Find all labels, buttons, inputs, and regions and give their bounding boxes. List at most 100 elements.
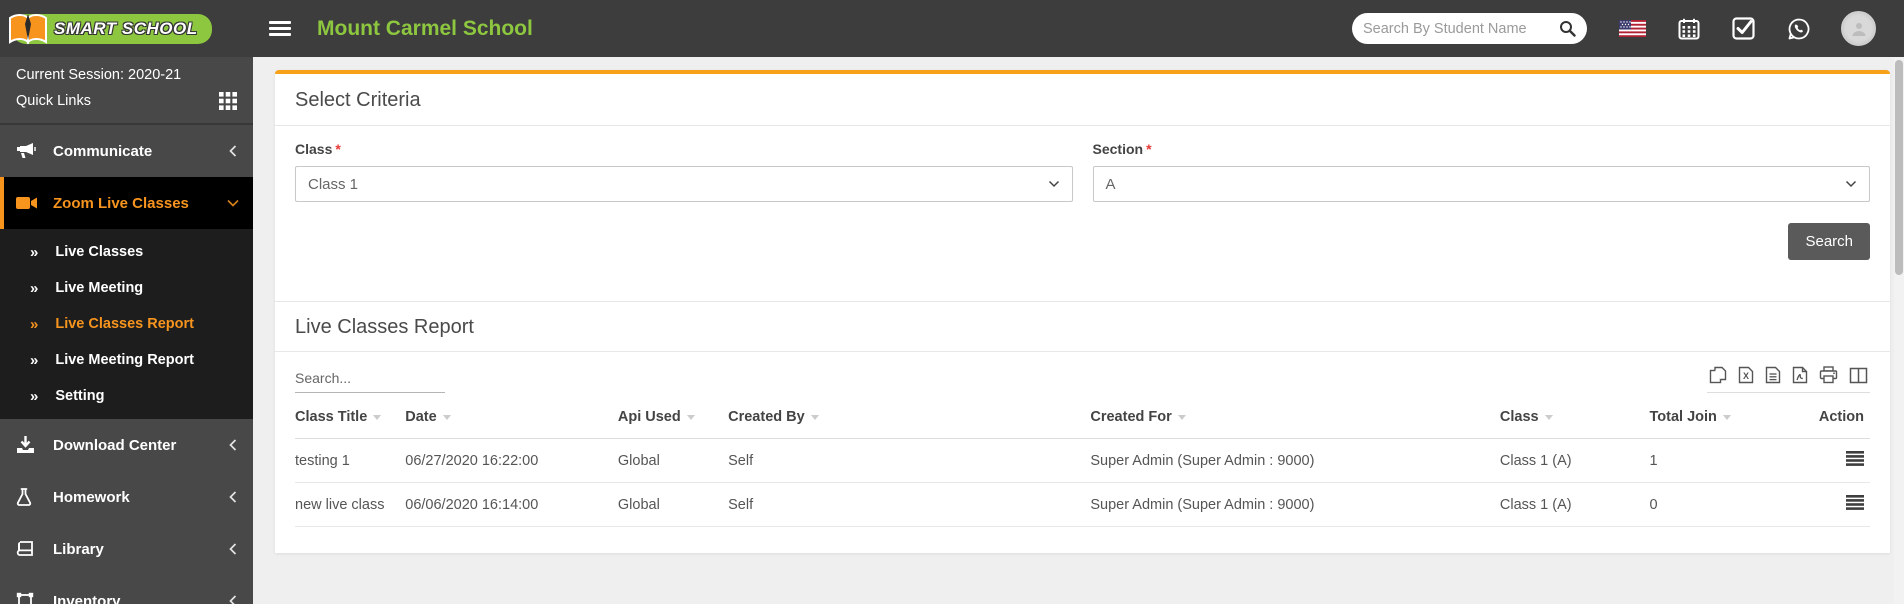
class-select[interactable]: Class 1 <box>295 166 1073 202</box>
school-name-title: Mount Carmel School <box>317 16 533 40</box>
language-us-flag-icon[interactable] <box>1619 20 1646 37</box>
column-header-total-join[interactable]: Total Join <box>1649 399 1792 439</box>
student-search <box>1352 13 1587 44</box>
chevron-down-icon <box>227 199 239 207</box>
sidebar-item-label: Download Center <box>53 436 177 454</box>
table-header-row: Class Title Date Api Used Created By Cre… <box>295 399 1870 439</box>
table-search-input[interactable] <box>295 366 445 393</box>
double-angle-icon: » <box>30 387 39 405</box>
column-header-date[interactable]: Date <box>405 399 618 439</box>
cell-created-by: Self <box>728 438 1091 483</box>
page-scrollbar[interactable] <box>1894 25 1904 604</box>
columns-icon[interactable] <box>1849 367 1868 384</box>
user-avatar[interactable] <box>1841 11 1876 46</box>
quick-links-label: Quick Links <box>16 93 91 109</box>
column-header-action: Action <box>1791 399 1870 439</box>
sort-caret-icon <box>810 414 819 420</box>
cell-api-used: Global <box>617 438 729 483</box>
print-icon[interactable] <box>1819 366 1838 384</box>
select-chevron-icon <box>1048 180 1059 188</box>
column-header-api-used[interactable]: Api Used <box>617 399 729 439</box>
action-list-icon[interactable] <box>1846 495 1864 510</box>
class-select-value: Class 1 <box>308 175 359 193</box>
current-session-label: Current Session: 2020-21 <box>16 67 182 83</box>
student-search-input[interactable] <box>1363 20 1559 37</box>
svg-text:X: X <box>1743 371 1749 381</box>
brand-logo[interactable]: SMART SCHOOL <box>0 13 253 44</box>
cell-class-title: testing 1 <box>295 438 406 483</box>
sidebar-item-communicate[interactable]: Communicate <box>0 125 253 177</box>
brand-text: SMART SCHOOL <box>54 18 198 38</box>
top-header: SMART SCHOOL Mount Carmel School <box>0 0 1904 57</box>
copy-icon[interactable] <box>1709 366 1727 384</box>
file-text-icon[interactable] <box>1765 366 1781 384</box>
book-icon <box>16 540 40 558</box>
sidebar-item-download-center[interactable]: Download Center <box>0 419 253 471</box>
submenu-item-label: Live Classes <box>55 244 144 260</box>
search-icon[interactable] <box>1559 20 1576 37</box>
sidebar: Current Session: 2020-21 Quick Links Com… <box>0 57 253 604</box>
cell-created-for: Super Admin (Super Admin : 9000) <box>1090 438 1500 483</box>
sidebar-item-zoom-live-classes[interactable]: Zoom Live Classes <box>0 177 253 229</box>
megaphone-icon <box>16 142 40 160</box>
submenu-item-setting[interactable]: » Setting <box>0 378 253 414</box>
cell-created-for: Super Admin (Super Admin : 9000) <box>1090 482 1500 527</box>
sidebar-item-library[interactable]: Library <box>0 523 253 575</box>
scrollbar-thumb[interactable] <box>1895 60 1903 275</box>
column-header-class[interactable]: Class <box>1499 399 1650 439</box>
submenu-item-label: Live Classes Report <box>55 316 194 332</box>
required-asterisk: * <box>1146 141 1152 157</box>
section-select[interactable]: A <box>1092 166 1870 202</box>
section-label: Section <box>1092 141 1144 157</box>
table-row: new live class 06/06/2020 16:14:00 Globa… <box>295 482 1870 527</box>
chevron-left-icon <box>229 543 237 555</box>
action-list-icon[interactable] <box>1846 451 1864 466</box>
sidebar-item-homework[interactable]: Homework <box>0 471 253 523</box>
submenu-item-label: Live Meeting Report <box>55 352 194 368</box>
column-header-created-for[interactable]: Created For <box>1090 399 1500 439</box>
excel-icon[interactable]: X <box>1738 366 1754 384</box>
double-angle-icon: » <box>30 315 39 333</box>
column-header-created-by[interactable]: Created By <box>728 399 1091 439</box>
menu-toggle-icon[interactable] <box>269 21 291 36</box>
sidebar-item-label: Library <box>53 540 104 558</box>
sidebar-item-inventory[interactable]: Inventory <box>0 575 253 604</box>
double-angle-icon: » <box>30 279 39 297</box>
task-check-icon[interactable] <box>1732 17 1755 40</box>
sort-caret-icon <box>1722 414 1731 420</box>
chevron-left-icon <box>229 595 237 604</box>
column-header-class-title[interactable]: Class Title <box>295 399 406 439</box>
double-angle-icon: » <box>30 243 39 261</box>
chevron-left-icon <box>229 145 237 157</box>
submenu-item-label: Setting <box>55 388 105 404</box>
submenu-item-live-meeting[interactable]: » Live Meeting <box>0 270 253 306</box>
calendar-icon[interactable] <box>1678 18 1700 40</box>
cell-class: Class 1 (A) <box>1499 438 1650 483</box>
cell-total-join: 0 <box>1649 482 1792 527</box>
cell-class-title: new live class <box>295 482 406 527</box>
cell-created-by: Self <box>728 482 1091 527</box>
search-button[interactable]: Search <box>1788 223 1870 260</box>
quick-links-grid-icon[interactable] <box>219 92 237 110</box>
cell-api-used: Global <box>617 482 729 527</box>
submenu-item-live-meeting-report[interactable]: » Live Meeting Report <box>0 342 253 378</box>
sidebar-item-label: Zoom Live Classes <box>53 194 189 212</box>
sidebar-item-label: Homework <box>53 488 130 506</box>
table-row: testing 1 06/27/2020 16:22:00 Global Sel… <box>295 438 1870 483</box>
select-chevron-icon <box>1845 180 1857 188</box>
sort-caret-icon <box>442 414 451 420</box>
export-toolbar: X <box>1707 366 1870 393</box>
submenu-item-live-classes[interactable]: » Live Classes <box>0 234 253 270</box>
submenu-item-label: Live Meeting <box>55 280 144 296</box>
section-select-value: A <box>1105 175 1116 193</box>
submenu-item-live-classes-report[interactable]: » Live Classes Report <box>0 306 253 342</box>
whatsapp-icon[interactable] <box>1787 17 1811 41</box>
cell-date: 06/27/2020 16:22:00 <box>405 438 618 483</box>
open-book-icon <box>9 13 47 44</box>
header-actions <box>1352 11 1876 46</box>
pdf-icon[interactable] <box>1792 366 1808 384</box>
cell-total-join: 1 <box>1649 438 1792 483</box>
sidebar-item-label: Inventory <box>53 592 121 604</box>
double-angle-icon: » <box>30 351 39 369</box>
sort-caret-icon <box>373 414 382 420</box>
